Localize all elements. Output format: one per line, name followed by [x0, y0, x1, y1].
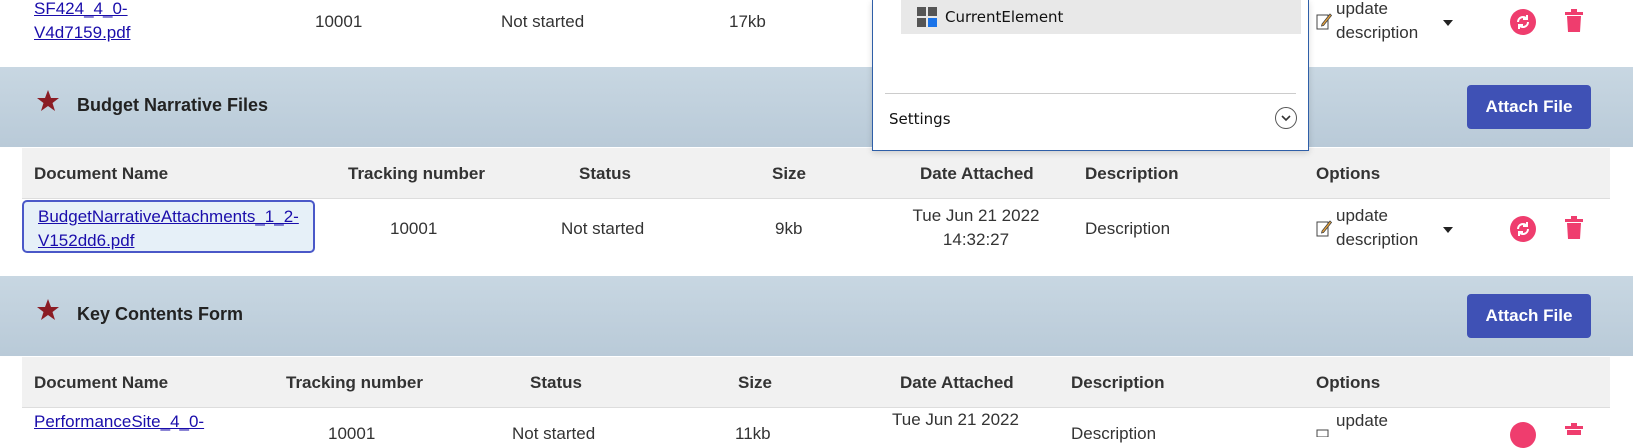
chevron-down-icon: [1281, 114, 1291, 121]
header-status: Status: [530, 373, 582, 392]
refresh-icon: [1517, 222, 1529, 236]
trash-icon: [1565, 216, 1583, 239]
header-status: Status: [579, 164, 631, 183]
option-line1: update: [1336, 0, 1388, 18]
section-title: Budget Narrative Files: [77, 95, 269, 115]
date-line2: 14:32:27: [942, 230, 1010, 249]
section-header-key-contents: Key Contents Form Attach File: [0, 276, 1633, 356]
header-description: Description: [1085, 164, 1179, 183]
document-link-line1: SF424_4_0-: [34, 0, 128, 18]
refresh-icon: [1517, 15, 1529, 29]
edit-icon: [1316, 219, 1333, 242]
status-text: Not started: [512, 424, 596, 443]
update-description-select[interactable]: update description: [1336, 204, 1418, 252]
file-size: 11kb: [735, 424, 771, 443]
tracking-number: 10001: [315, 12, 363, 31]
document-link-line2: V152dd6.pdf: [38, 231, 135, 250]
replace-file-button[interactable]: [1510, 422, 1536, 448]
description-text: Description: [1071, 424, 1157, 443]
header-document-name: Document Name: [34, 373, 169, 392]
section-title: Key Contents Form: [77, 304, 244, 324]
document-link-line1: BudgetNarrativeAttachments_1_2-: [38, 207, 299, 226]
star-icon: [37, 299, 59, 320]
star-icon: [37, 90, 59, 111]
option-line2: description: [1336, 23, 1419, 42]
document-link[interactable]: BudgetNarrativeAttachments_1_2- V152dd6.…: [22, 200, 315, 253]
trash-icon: [1565, 9, 1583, 32]
chevron-down-icon[interactable]: [1443, 227, 1453, 233]
delete-button[interactable]: [1564, 216, 1584, 245]
replace-file-button[interactable]: [1510, 9, 1536, 35]
date-attached: Tue Jun 21 2022 14:32:27: [880, 204, 1072, 252]
header-document-name: Document Name: [34, 164, 169, 183]
divider: [885, 93, 1296, 94]
status-text: Not started: [561, 219, 645, 238]
header-date-attached: Date Attached: [920, 164, 1034, 183]
update-description-select[interactable]: update description: [1336, 0, 1418, 45]
status-text: Not started: [501, 12, 585, 31]
replace-file-button[interactable]: [1510, 216, 1536, 242]
document-link-line2: V4d7159.pdf: [34, 23, 131, 42]
edit-icon: [1316, 12, 1333, 35]
header-options: Options: [1316, 373, 1381, 392]
date-attached: Tue Jun 21 2022: [892, 410, 1019, 429]
settings-expand-button[interactable]: [1275, 107, 1297, 129]
tracking-number: 10001: [390, 219, 438, 238]
header-size: Size: [738, 373, 773, 392]
delete-button[interactable]: [1564, 422, 1584, 440]
current-element-label: CurrentElement: [945, 8, 1064, 26]
header-date-attached: Date Attached: [900, 373, 1014, 392]
settings-label: Settings: [889, 110, 951, 128]
header-tracking-number: Tracking number: [348, 164, 485, 183]
header-tracking-number: Tracking number: [286, 373, 423, 392]
file-size: 9kb: [775, 219, 803, 238]
grid-icon: [917, 7, 937, 32]
current-element-item[interactable]: CurrentElement: [901, 0, 1301, 34]
document-link[interactable]: SF424_4_0- V4d7159.pdf: [34, 0, 130, 45]
attach-file-button[interactable]: Attach File: [1467, 294, 1591, 338]
update-description-select[interactable]: update: [1336, 409, 1388, 433]
section-header-budget: Budget Narrative Files Attach File: [0, 67, 1633, 147]
document-link-line1: PerformanceSite_4_0-: [34, 412, 205, 431]
header-options: Options: [1316, 164, 1381, 183]
delete-button[interactable]: [1564, 9, 1584, 38]
tracking-number: 10001: [328, 424, 376, 443]
description-text: Description: [1085, 219, 1171, 238]
element-picker-popup: CurrentElement Settings: [872, 0, 1309, 151]
option-line1: update: [1336, 411, 1388, 430]
option-line2: description: [1336, 230, 1419, 249]
chevron-down-icon[interactable]: [1443, 20, 1453, 26]
document-link[interactable]: PerformanceSite_4_0-: [34, 410, 204, 434]
attach-file-button[interactable]: Attach File: [1467, 85, 1591, 129]
file-size: 17kb: [729, 12, 766, 31]
header-description: Description: [1071, 373, 1165, 392]
date-line1: Tue Jun 21 2022: [912, 206, 1040, 225]
trash-icon: [1565, 423, 1583, 435]
header-size: Size: [772, 164, 807, 183]
option-line1: update: [1336, 206, 1388, 225]
edit-icon: [1316, 424, 1332, 442]
